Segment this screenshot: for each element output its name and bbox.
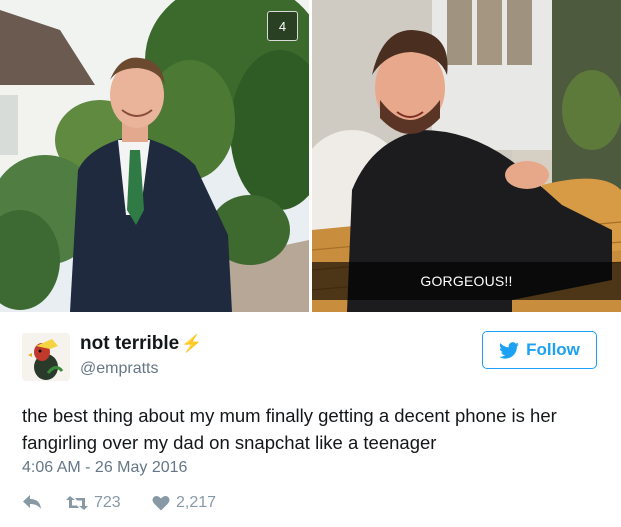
heart-icon — [152, 496, 170, 511]
rooster-avatar-icon — [22, 333, 70, 381]
photo-suit-garden[interactable]: 4 — [0, 0, 309, 312]
follow-button[interactable]: Follow — [482, 331, 597, 369]
image-count-badge: 4 — [267, 11, 298, 41]
lightning-bolt-icon: ⚡ — [181, 334, 203, 353]
tweet-text: the best thing about my mum finally gett… — [22, 405, 557, 453]
like-count: 2,217 — [176, 494, 217, 511]
user-handle[interactable]: @empratts — [80, 360, 158, 378]
reply-button[interactable] — [22, 494, 42, 510]
display-name-text: not terrible — [80, 333, 180, 354]
follow-label: Follow — [526, 340, 580, 359]
display-name[interactable]: not terrible ⚡ — [80, 333, 202, 355]
snapchat-caption: GORGEOUS!! — [312, 262, 621, 300]
retweet-icon — [66, 496, 88, 510]
user-avatar[interactable] — [22, 333, 70, 381]
tweet-media: 4 GORGEOUS!! — [0, 0, 621, 312]
photo-snapchat-chair[interactable]: GORGEOUS!! — [312, 0, 621, 312]
retweet-count: 723 — [94, 494, 121, 511]
tweet-timestamp[interactable]: 4:06 AM - 26 May 2016 — [22, 459, 187, 477]
reply-icon — [23, 495, 41, 509]
retweet-button[interactable]: 723 — [66, 494, 121, 512]
like-button[interactable]: 2,217 — [152, 494, 216, 512]
twitter-bird-icon — [499, 341, 520, 359]
